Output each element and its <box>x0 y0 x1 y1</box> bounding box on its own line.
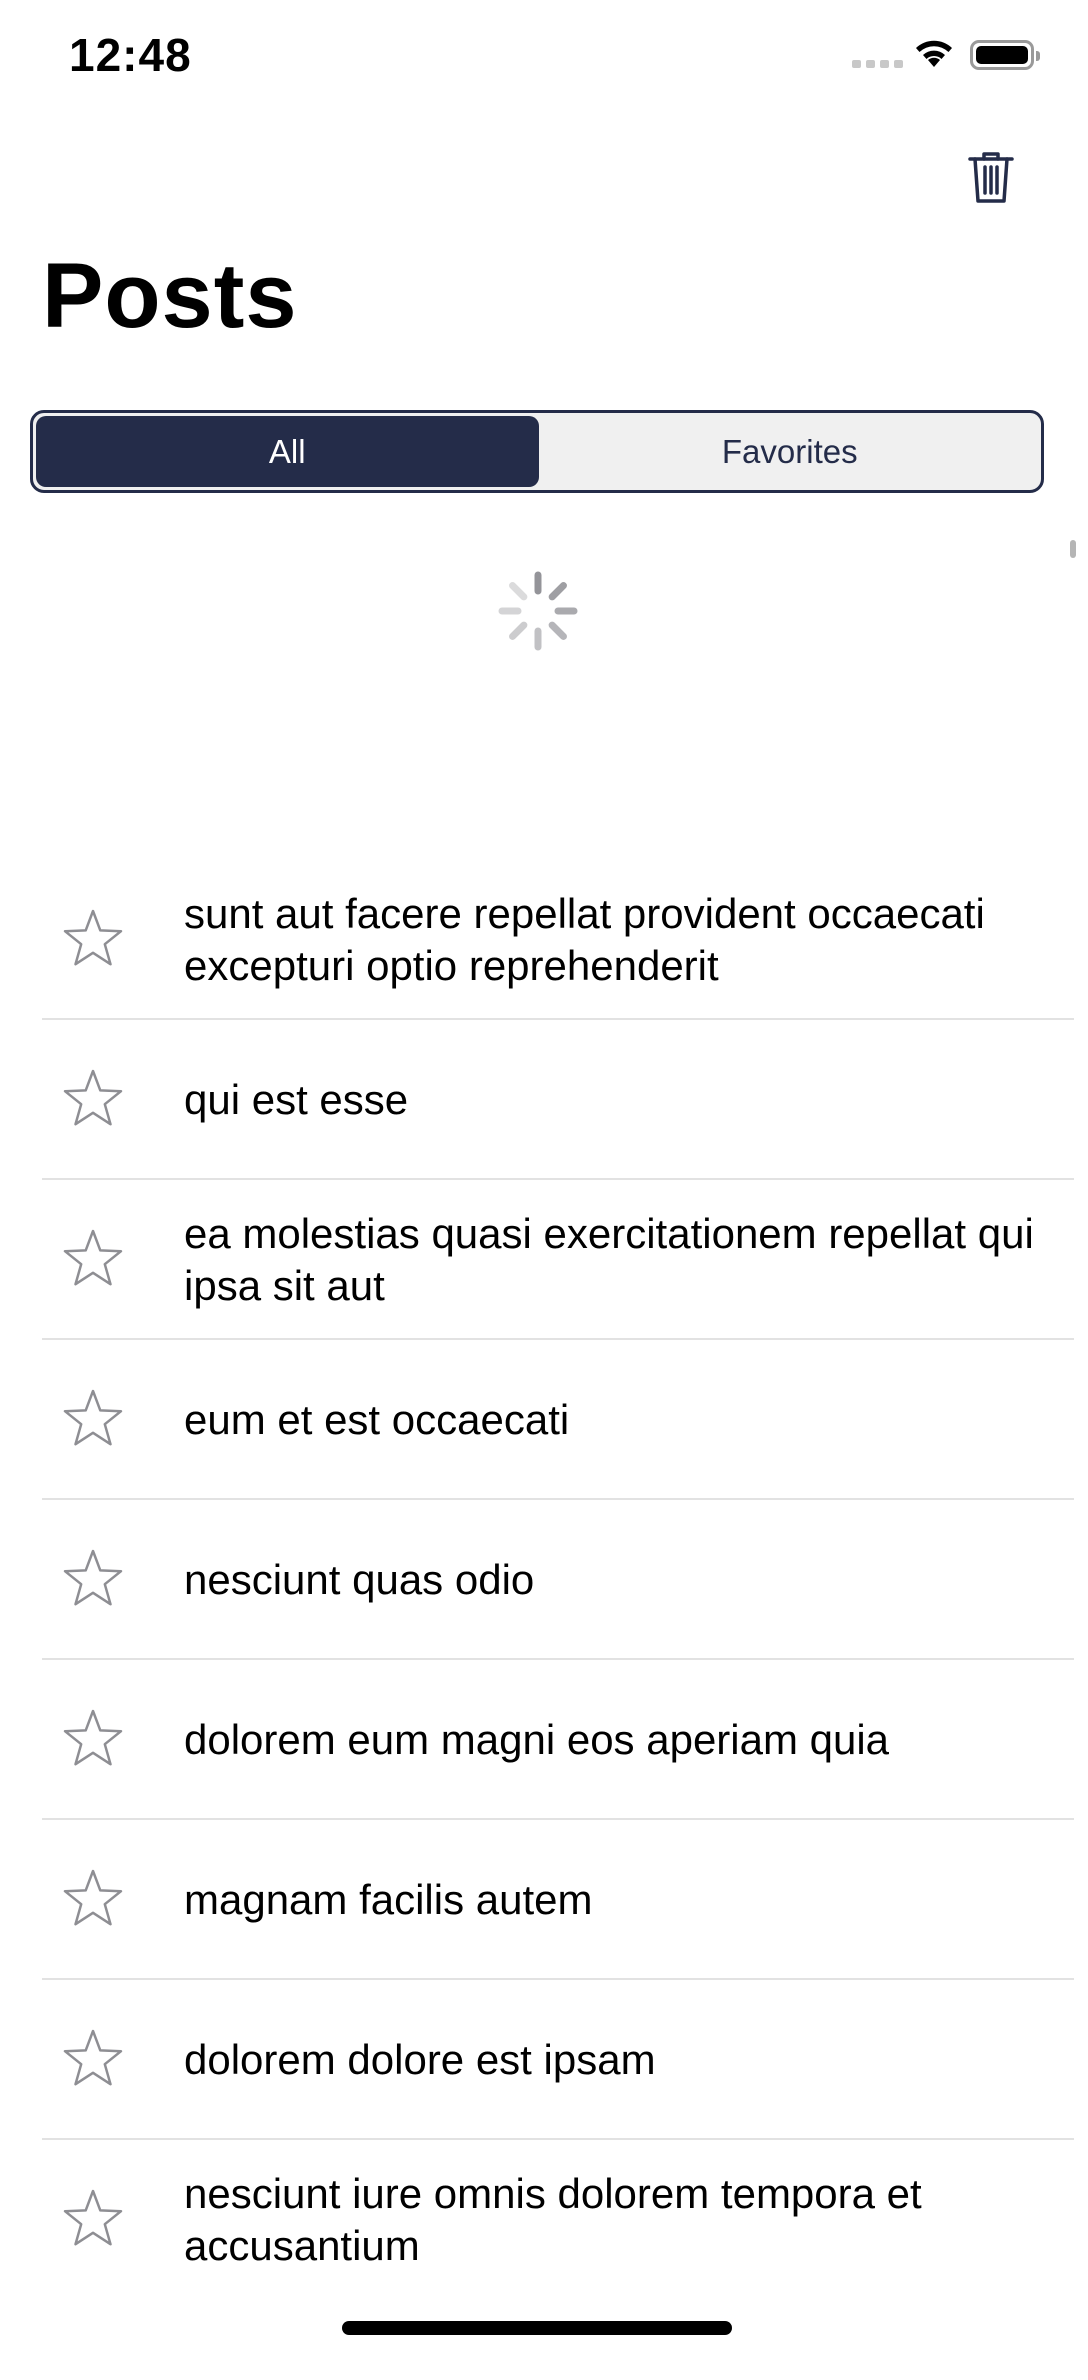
list-item[interactable]: nesciunt iure omnis dolorem tempora et a… <box>0 2140 1088 2300</box>
battery-icon <box>970 40 1040 70</box>
list-item[interactable]: nesciunt quas odio <box>0 1500 1088 1660</box>
home-indicator[interactable] <box>342 2321 732 2335</box>
list-item[interactable]: dolorem dolore est ipsam <box>0 1980 1088 2140</box>
delete-button[interactable] <box>958 144 1024 210</box>
post-title: qui est esse <box>184 1076 409 1123</box>
star-outline-icon[interactable] <box>60 907 126 973</box>
post-title: nesciunt iure omnis dolorem tempora et a… <box>184 2170 922 2269</box>
list-item[interactable]: ea molestias quasi exercitationem repell… <box>0 1180 1088 1340</box>
post-title: sunt aut facere repellat provident occae… <box>184 890 985 989</box>
star-outline-icon[interactable] <box>60 1867 126 1933</box>
star-outline-icon[interactable] <box>60 1547 126 1613</box>
status-time: 12:48 <box>69 29 192 81</box>
star-outline-icon[interactable] <box>60 1067 126 1133</box>
post-title: eum et est occaecati <box>184 1396 570 1443</box>
loading-spinner-icon <box>498 571 578 651</box>
post-title: nesciunt quas odio <box>184 1556 535 1603</box>
status-bar: 12:48 <box>0 0 1088 110</box>
post-title: magnam facilis autem <box>184 1876 593 1923</box>
list-item[interactable]: dolorem eum magni eos aperiam quia <box>0 1660 1088 1820</box>
trash-icon <box>968 152 1014 203</box>
star-outline-icon[interactable] <box>60 2187 126 2253</box>
post-title: ea molestias quasi exercitationem repell… <box>184 1210 1034 1309</box>
segment-all[interactable]: All <box>36 416 539 487</box>
post-title: dolorem eum magni eos aperiam quia <box>184 1716 890 1763</box>
star-outline-icon[interactable] <box>60 2027 126 2093</box>
list-item[interactable]: magnam facilis autem <box>0 1820 1088 1980</box>
segment-favorites[interactable]: Favorites <box>539 413 1042 490</box>
star-outline-icon[interactable] <box>60 1227 126 1293</box>
post-title: dolorem dolore est ipsam <box>184 2036 656 2083</box>
cellular-signal-icon <box>852 60 903 68</box>
page-title: Posts <box>42 245 298 347</box>
scroll-indicator[interactable] <box>1070 540 1076 558</box>
filter-segmented-control: All Favorites <box>30 410 1044 493</box>
list-item[interactable]: qui est esse <box>0 1020 1088 1180</box>
star-outline-icon[interactable] <box>60 1387 126 1453</box>
wifi-icon <box>912 36 956 75</box>
list-item[interactable]: sunt aut facere repellat provident occae… <box>0 860 1088 1020</box>
post-list: sunt aut facere repellat provident occae… <box>0 860 1088 2300</box>
star-outline-icon[interactable] <box>60 1707 126 1773</box>
list-item[interactable]: eum et est occaecati <box>0 1340 1088 1500</box>
